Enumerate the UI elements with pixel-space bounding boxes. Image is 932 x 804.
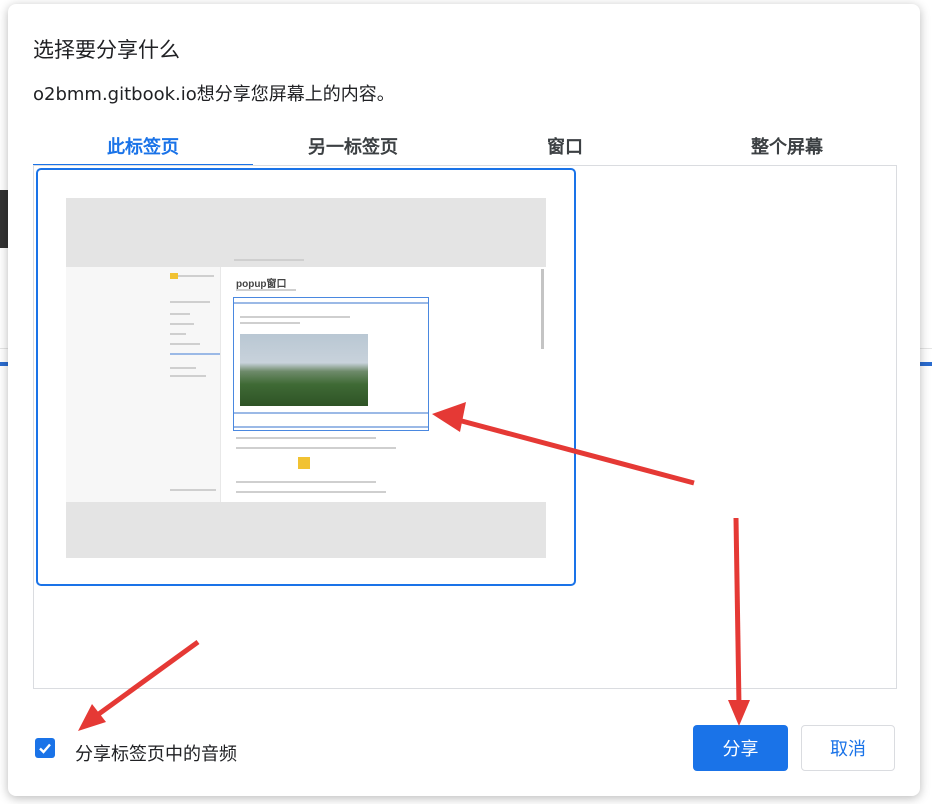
- preview-text-line: [236, 437, 376, 439]
- preview-text-line: [170, 301, 210, 303]
- preview-scrollbar: [541, 269, 544, 349]
- preview-text-line: [236, 289, 296, 291]
- cancel-button[interactable]: 取消: [801, 725, 895, 771]
- dialog-title: 选择要分享什么: [33, 38, 180, 62]
- tab-preview: popup窗口: [66, 198, 546, 558]
- preview-text-line: [236, 481, 376, 483]
- tab-this-tab[interactable]: 此标签页: [33, 124, 253, 168]
- bg-fragment: [0, 190, 8, 248]
- preview-popup-window: [233, 297, 429, 431]
- preview-text-line: [234, 302, 428, 304]
- preview-text-line: [240, 322, 300, 324]
- preview-sidebar: [66, 267, 221, 502]
- share-audio-checkbox[interactable]: [35, 738, 55, 758]
- share-audio-label[interactable]: 分享标签页中的音频: [75, 740, 237, 766]
- preview-text-line: [170, 353, 220, 355]
- preview-landscape-image: [240, 334, 368, 406]
- preview-text-line: [170, 343, 200, 345]
- preview-text-line: [170, 375, 206, 377]
- preview-text-line: [170, 333, 186, 335]
- preview-page-title: popup窗口: [236, 279, 287, 290]
- tab-other-tab[interactable]: 另一标签页: [253, 124, 453, 168]
- tab-thumbnail-card[interactable]: popup窗口: [36, 168, 576, 586]
- preview-text-line: [170, 323, 194, 325]
- preview-text-line: [170, 367, 196, 369]
- check-icon: [39, 743, 51, 754]
- preview-text-line: [170, 313, 190, 315]
- tab-entire-screen[interactable]: 整个屏幕: [677, 124, 897, 168]
- share-button[interactable]: 分享: [693, 725, 788, 771]
- share-dialog: 选择要分享什么 o2bmm.gitbook.io想分享您屏幕上的内容。 此标签页…: [8, 4, 920, 796]
- preview-text-line: [234, 412, 428, 414]
- bg-accent-line: [920, 362, 932, 366]
- preview-text-line: [236, 491, 386, 493]
- preview-text-line: [236, 447, 396, 449]
- source-list-panel: popup窗口: [33, 165, 897, 689]
- preview-text-line: [234, 259, 304, 261]
- tab-window[interactable]: 窗口: [453, 124, 677, 168]
- preview-text-line: [240, 316, 350, 318]
- preview-text-line: [170, 489, 216, 491]
- preview-badge-icon: [298, 457, 310, 469]
- preview-page: popup窗口: [66, 259, 546, 502]
- dialog-subtitle: o2bmm.gitbook.io想分享您屏幕上的内容。: [33, 84, 395, 105]
- tab-bar: 此标签页 另一标签页 窗口 整个屏幕: [33, 124, 897, 168]
- preview-logo-icon: [170, 273, 178, 279]
- preview-text-line: [178, 275, 214, 277]
- preview-text-line: [234, 426, 428, 428]
